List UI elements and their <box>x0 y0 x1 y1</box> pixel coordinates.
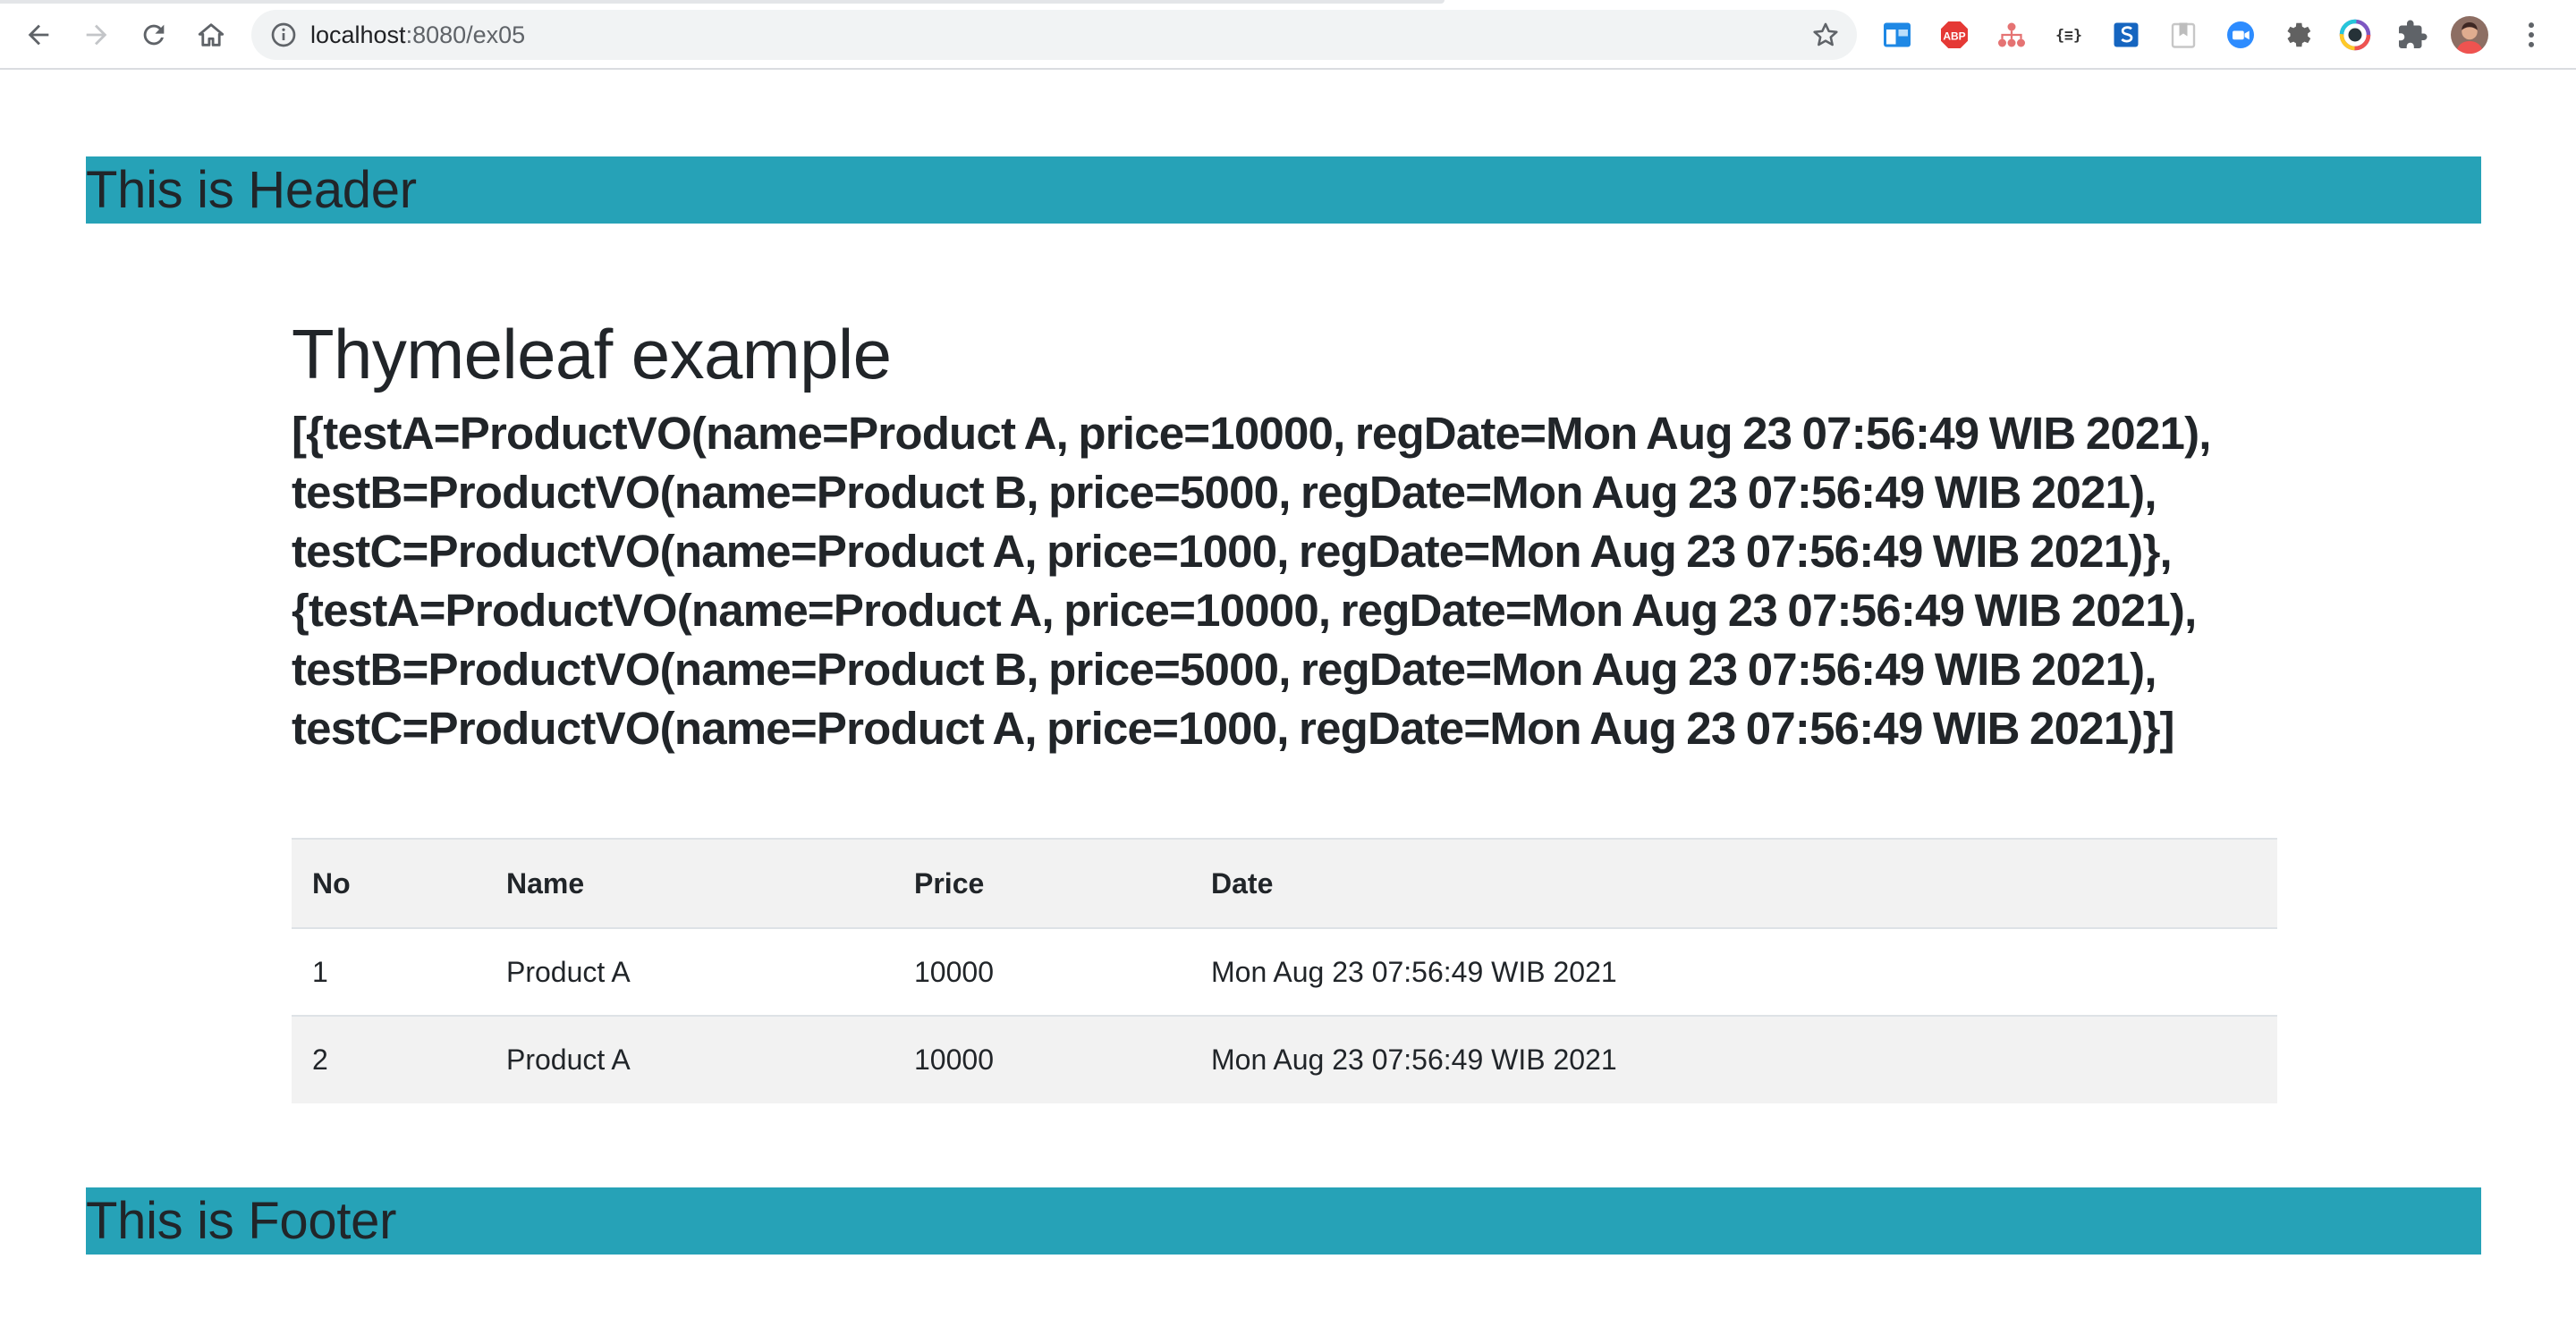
table-header-row: No Name Price Date <box>292 838 2277 928</box>
adblock-plus-icon[interactable]: ABP <box>1938 19 1970 51</box>
main-content: Thymeleaf example [{testA=ProductVO(name… <box>292 304 2277 758</box>
url-text[interactable]: localhost:8080/ex05 <box>310 21 525 49</box>
window-extension-icon[interactable] <box>1881 19 1913 51</box>
forward-icon[interactable] <box>79 17 114 53</box>
zoom-extension-icon[interactable] <box>2224 19 2257 51</box>
cell-price: 10000 <box>894 1015 1191 1103</box>
tab-strip-edge <box>0 0 1445 4</box>
json-formatter-icon[interactable]: {≡} <box>2053 19 2085 51</box>
url-path: :8080/ex05 <box>405 21 526 48</box>
footer-text: This is Footer <box>86 1192 397 1250</box>
cell-no: 2 <box>292 1015 486 1103</box>
cell-date: Mon Aug 23 07:56:49 WIB 2021 <box>1191 927 2277 1016</box>
back-icon[interactable] <box>21 17 56 53</box>
url-host: localhost <box>310 21 406 48</box>
s-extension-icon[interactable] <box>2110 19 2142 51</box>
column-header-date: Date <box>1191 838 2277 928</box>
page-title: Thymeleaf example <box>292 315 892 393</box>
home-icon[interactable] <box>193 17 229 53</box>
puzzle-extensions-icon[interactable] <box>2396 19 2428 51</box>
cell-name: Product A <box>486 927 894 1016</box>
table-row: 2 Product A 10000 Mon Aug 23 07:56:49 WI… <box>292 1015 2277 1103</box>
table-row: 1 Product A 10000 Mon Aug 23 07:56:49 WI… <box>292 927 2277 1016</box>
cell-date: Mon Aug 23 07:56:49 WIB 2021 <box>1191 1015 2277 1103</box>
bookmark-extension-icon[interactable] <box>2167 19 2199 51</box>
star-icon[interactable] <box>1810 20 1841 50</box>
header-text: This is Header <box>86 161 417 219</box>
page-footer: This is Footer <box>86 1187 2481 1255</box>
browser-toolbar: localhost:8080/ex05 ABP {≡} <box>0 0 2576 70</box>
address-bar[interactable]: localhost:8080/ex05 <box>251 10 1857 60</box>
svg-text:ABP: ABP <box>1943 30 1965 42</box>
sitemap-extension-icon[interactable] <box>1996 19 2028 51</box>
profile-avatar[interactable] <box>2451 16 2488 54</box>
gear-extension-icon[interactable] <box>2282 19 2314 51</box>
column-header-name: Name <box>486 838 894 928</box>
cell-price: 10000 <box>894 927 1191 1016</box>
color-picker-extension-icon[interactable] <box>2339 19 2371 51</box>
reload-icon[interactable] <box>136 17 172 53</box>
cell-no: 1 <box>292 927 486 1016</box>
info-icon[interactable] <box>269 21 298 49</box>
column-header-no: No <box>292 838 486 928</box>
column-header-price: Price <box>894 838 1191 928</box>
product-map-dump: [{testA=ProductVO(name=Product A, price=… <box>292 408 2211 754</box>
more-menu-icon[interactable] <box>2513 17 2549 53</box>
page-header: This is Header <box>86 156 2481 224</box>
product-table: No Name Price Date 1 Product A 10000 Mon… <box>292 838 2277 1103</box>
cell-name: Product A <box>486 1015 894 1103</box>
svg-text:{≡}: {≡} <box>2055 27 2082 44</box>
